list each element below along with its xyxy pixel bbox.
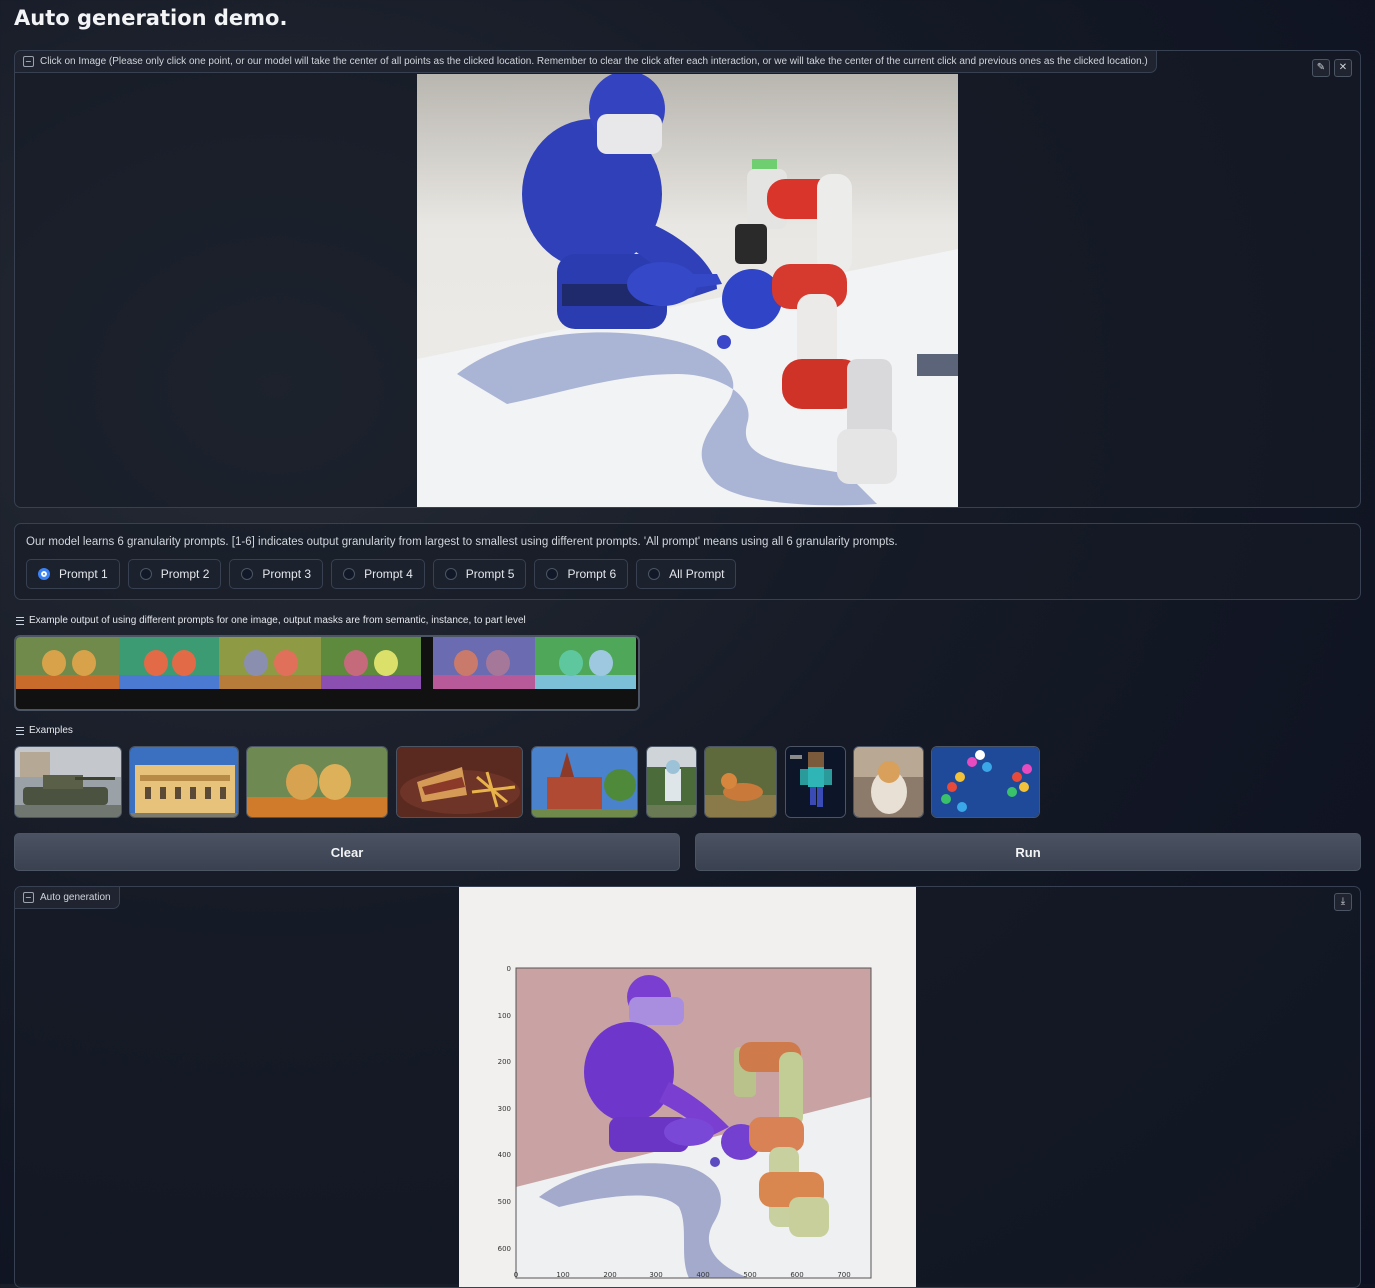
y-tick: 500 [498, 1198, 511, 1206]
radio-icon [546, 568, 559, 580]
example-output-strip [16, 637, 636, 689]
prompt-radio-group: Prompt 1 Prompt 2 Prompt 3 Prompt 4 Prom… [26, 559, 737, 589]
prompt-option-5[interactable]: Prompt 5 [432, 559, 527, 589]
x-tick: 400 [696, 1271, 709, 1279]
output-image-label: Auto generation [15, 887, 120, 909]
radio-icon [139, 568, 152, 580]
example-thumb-church[interactable] [531, 746, 638, 818]
close-icon[interactable]: ✕ [1334, 59, 1352, 77]
granularity-description: Our model learns 6 granularity prompts. … [26, 536, 898, 548]
y-tick: 400 [498, 1151, 511, 1159]
pencil-icon[interactable]: ✎ [1312, 59, 1330, 77]
x-tick: 600 [790, 1271, 803, 1279]
prompt-option-2[interactable]: Prompt 2 [127, 559, 222, 589]
x-tick: 300 [649, 1271, 662, 1279]
robot-scene-image[interactable] [417, 74, 958, 507]
example-output-gallery[interactable] [14, 635, 640, 711]
y-axis-ticks: 0 100 200 300 400 500 600 [498, 965, 511, 1253]
x-tick: 500 [743, 1271, 756, 1279]
y-tick: 200 [498, 1058, 511, 1066]
y-tick: 0 [507, 965, 511, 973]
y-tick: 100 [498, 1012, 511, 1020]
prompt-option-1[interactable]: Prompt 1 [26, 559, 120, 589]
example-thumb-corgi[interactable] [704, 746, 777, 818]
radio-icon [444, 568, 457, 580]
prompt-option-6[interactable]: Prompt 6 [534, 559, 629, 589]
radio-icon [343, 568, 356, 580]
prompt-option-3[interactable]: Prompt 3 [229, 559, 324, 589]
x-tick: 700 [837, 1271, 850, 1279]
x-tick: 100 [556, 1271, 569, 1279]
output-plot: 0 100 200 300 400 500 600 0 100 200 300 … [459, 887, 916, 1287]
input-image-panel[interactable]: Click on Image (Please only click one po… [14, 50, 1361, 508]
prompt-option-all[interactable]: All Prompt [636, 559, 737, 589]
radio-selected-icon [38, 568, 50, 580]
x-tick: 0 [514, 1271, 518, 1279]
image-icon [23, 892, 34, 903]
example-thumb-minecraft[interactable] [785, 746, 846, 818]
example-thumb-building[interactable] [129, 746, 239, 818]
radio-icon [648, 568, 661, 580]
granularity-panel: Our model learns 6 granularity prompts. … [14, 523, 1361, 600]
download-icon[interactable]: ⤓ [1334, 893, 1352, 911]
output-image-panel: Auto generation ⤓ 0 100 200 300 400 500 … [14, 886, 1361, 1288]
list-icon [16, 726, 24, 735]
example-thumb-sandwich[interactable] [396, 746, 523, 818]
radio-icon [241, 568, 254, 580]
example-thumb-tank[interactable] [14, 746, 122, 818]
image-icon [23, 56, 34, 67]
y-tick: 300 [498, 1105, 511, 1113]
run-button[interactable]: Run [695, 833, 1361, 871]
list-icon [16, 616, 24, 625]
x-tick: 200 [603, 1271, 616, 1279]
example-output-label: Example output of using different prompt… [16, 615, 526, 626]
input-image-label: Click on Image (Please only click one po… [15, 51, 1157, 73]
example-thumb-balloons[interactable] [931, 746, 1040, 818]
example-thumb-puppies[interactable] [246, 746, 388, 818]
example-thumb-sculpture[interactable] [646, 746, 697, 818]
examples-label: Examples [16, 725, 73, 736]
example-thumb-cat[interactable] [853, 746, 924, 818]
clear-button[interactable]: Clear [14, 833, 680, 871]
page-title: Auto generation demo. [14, 6, 288, 30]
prompt-option-4[interactable]: Prompt 4 [331, 559, 425, 589]
y-tick: 600 [498, 1245, 511, 1253]
